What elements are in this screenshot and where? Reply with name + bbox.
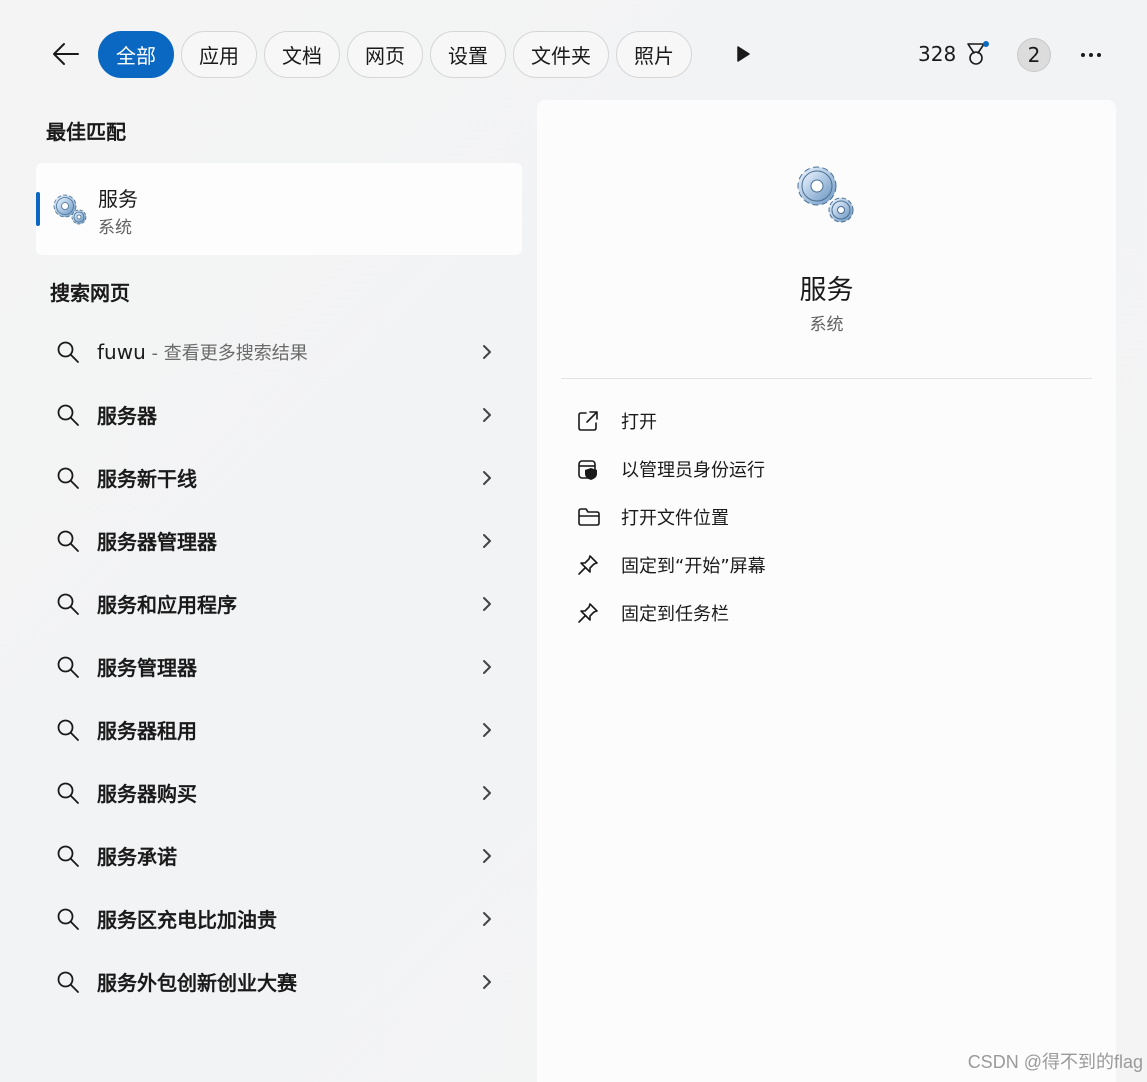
action-pin-to-start[interactable]: 固定到“开始”屏幕 <box>561 541 1092 589</box>
chevron-right-icon <box>483 975 491 989</box>
pin-icon <box>578 603 598 623</box>
chevron-right-icon <box>483 786 491 800</box>
chevron-right-icon <box>483 723 491 737</box>
chevron-right-icon <box>483 597 491 611</box>
filter-settings[interactable]: 设置 <box>430 31 506 78</box>
best-match-heading: 最佳匹配 <box>46 120 126 144</box>
folder-icon <box>578 508 600 526</box>
filter-tabs: 全部 应用 文档 网页 设置 文件夹 照片 <box>98 31 692 78</box>
selection-indicator <box>36 192 40 226</box>
account-badge[interactable]: 2 <box>1017 38 1051 72</box>
top-bar: 全部 应用 文档 网页 设置 文件夹 照片 328 2 <box>0 0 1147 100</box>
result-label: 服务器管理器 <box>97 530 217 554</box>
result-label: 服务管理器 <box>97 656 197 680</box>
action-open-file-location[interactable]: 打开文件位置 <box>561 493 1092 541</box>
search-icon <box>57 530 79 552</box>
result-label: 服务器租用 <box>97 719 197 743</box>
result-label: 服务器购买 <box>97 782 197 806</box>
web-result[interactable]: 服务器 <box>36 383 522 446</box>
result-label: 服务和应用程序 <box>97 593 237 617</box>
web-result[interactable]: 服务器管理器 <box>36 509 522 572</box>
result-label: 服务器 <box>97 404 157 428</box>
query-text: fuwu <box>97 339 146 364</box>
web-result[interactable]: 服务器租用 <box>36 698 522 761</box>
search-icon <box>57 656 79 678</box>
back-button[interactable] <box>44 32 88 76</box>
action-label: 以管理员身份运行 <box>621 460 765 481</box>
web-result[interactable]: 服务区充电比加油贵 <box>36 887 522 950</box>
account-badge-count: 2 <box>1027 43 1041 67</box>
watermark: CSDN @得不到的flag <box>967 1052 1143 1072</box>
best-match-item[interactable]: 服务 系统 <box>36 163 522 255</box>
more-options-button[interactable] <box>1072 36 1110 74</box>
web-search-heading: 搜索网页 <box>50 281 130 305</box>
chevron-right-icon <box>483 660 491 674</box>
action-run-as-admin[interactable]: 以管理员身份运行 <box>561 445 1092 493</box>
result-label: fuwu - 查看更多搜索结果 <box>97 339 308 365</box>
action-label: 打开 <box>621 412 657 433</box>
web-search-results: fuwu - 查看更多搜索结果 服务器 服务新干线 服务器管理器 服务和应用程序… <box>36 320 522 1013</box>
result-label: 服务新干线 <box>97 467 197 491</box>
action-pin-to-taskbar[interactable]: 固定到任务栏 <box>561 589 1092 637</box>
chevron-right-icon <box>483 471 491 485</box>
web-result[interactable]: 服务管理器 <box>36 635 522 698</box>
action-open[interactable]: 打开 <box>561 397 1092 445</box>
search-icon <box>57 593 79 615</box>
search-icon <box>57 467 79 489</box>
best-match-name: 服务 <box>98 187 138 211</box>
best-match-type: 系统 <box>98 218 132 238</box>
points-value: 328 <box>918 42 957 66</box>
web-result[interactable]: 服务承诺 <box>36 824 522 887</box>
filter-documents[interactable]: 文档 <box>264 31 340 78</box>
action-label: 打开文件位置 <box>621 508 729 529</box>
search-window: 全部 应用 文档 网页 设置 文件夹 照片 328 2 最佳匹配 服务 系统 搜… <box>0 0 1147 1082</box>
web-result[interactable]: 服务新干线 <box>36 446 522 509</box>
search-icon <box>57 908 79 930</box>
result-label: 服务区充电比加油贵 <box>97 908 277 932</box>
search-icon <box>57 971 79 993</box>
filter-photos[interactable]: 照片 <box>616 31 692 78</box>
filter-all[interactable]: 全部 <box>98 31 174 78</box>
filter-apps[interactable]: 应用 <box>181 31 257 78</box>
pin-icon <box>578 555 598 575</box>
detail-panel: 服务 系统 打开 以管理员身份运行 打开文件位置 固定到“开始”屏幕 固定到任务… <box>537 100 1116 1082</box>
services-gear-icon <box>797 166 854 223</box>
chevron-right-icon <box>483 534 491 548</box>
open-external-icon <box>578 411 598 431</box>
divider <box>561 378 1092 379</box>
web-result[interactable]: 服务器购买 <box>36 761 522 824</box>
action-label: 固定到“开始”屏幕 <box>621 556 766 577</box>
services-gear-icon <box>53 194 87 225</box>
chevron-right-icon <box>483 849 491 863</box>
detail-type: 系统 <box>809 315 844 335</box>
detail-name: 服务 <box>799 275 854 306</box>
query-suffix: - 查看更多搜索结果 <box>145 342 308 364</box>
search-icon <box>57 782 79 804</box>
search-icon <box>57 341 79 363</box>
filter-folders[interactable]: 文件夹 <box>513 31 609 78</box>
search-icon <box>57 404 79 426</box>
rewards-points[interactable]: 328 <box>918 36 990 72</box>
action-label: 固定到任务栏 <box>621 604 729 625</box>
web-result[interactable]: 服务和应用程序 <box>36 572 522 635</box>
chevron-right-icon <box>483 912 491 926</box>
ellipsis-icon <box>1081 53 1101 57</box>
result-label: 服务承诺 <box>97 845 177 869</box>
more-filters-button[interactable] <box>726 34 760 74</box>
chevron-right-icon <box>483 345 491 359</box>
search-icon <box>57 719 79 741</box>
web-result[interactable]: 服务外包创新创业大赛 <box>36 950 522 1013</box>
back-arrow-icon <box>53 43 79 65</box>
shield-admin-icon <box>578 460 597 480</box>
search-icon <box>57 845 79 867</box>
action-list: 打开 以管理员身份运行 打开文件位置 固定到“开始”屏幕 固定到任务栏 <box>561 397 1092 637</box>
web-result-more[interactable]: fuwu - 查看更多搜索结果 <box>36 320 522 383</box>
result-label: 服务外包创新创业大赛 <box>97 971 297 995</box>
medal-icon <box>967 41 990 65</box>
play-icon <box>737 46 750 62</box>
chevron-right-icon <box>483 408 491 422</box>
filter-web[interactable]: 网页 <box>347 31 423 78</box>
